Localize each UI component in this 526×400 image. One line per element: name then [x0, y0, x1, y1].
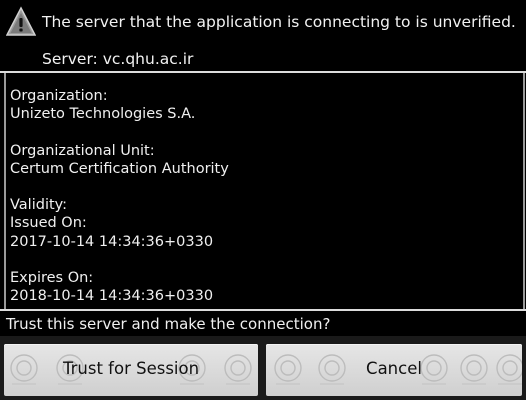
warning-title: The server that the application is conne…	[42, 13, 516, 31]
trust-for-session-label: Trust for Session	[62, 359, 200, 378]
button-bar: Trust for Session Cancel	[0, 336, 526, 400]
organizational-unit-label: Organizational Unit:	[10, 142, 155, 159]
organization-value: Unizeto Technologies S.A.	[10, 106, 196, 123]
unverified-server-dialog: The server that the application is conne…	[0, 0, 526, 400]
issued-on-label: Issued On:	[10, 215, 87, 232]
expires-on-label: Expires On:	[10, 269, 94, 286]
trust-for-session-button[interactable]: Trust for Session	[4, 344, 258, 396]
organizational-unit-value: Certum Certification Authority	[10, 160, 229, 177]
warning-icon	[6, 6, 36, 36]
validity-label: Validity:	[10, 197, 68, 214]
certificate-details-text: Organization: Unizeto Technologies S.A. …	[10, 87, 229, 305]
organization-label: Organization:	[10, 88, 108, 104]
issued-on-value: 2017-10-14 14:34:36+0330	[10, 233, 214, 250]
cancel-label: Cancel	[366, 359, 422, 378]
server-address: Server: vc.qhu.ac.ir	[42, 50, 194, 68]
certificate-details-panel[interactable]: Organization: Unizeto Technologies S.A. …	[4, 73, 525, 309]
cancel-button[interactable]: Cancel	[266, 344, 522, 396]
bottom-divider	[0, 309, 526, 311]
trust-question: Trust this server and make the connectio…	[6, 315, 331, 333]
expires-on-value: 2018-10-14 14:34:36+0330	[10, 288, 214, 305]
